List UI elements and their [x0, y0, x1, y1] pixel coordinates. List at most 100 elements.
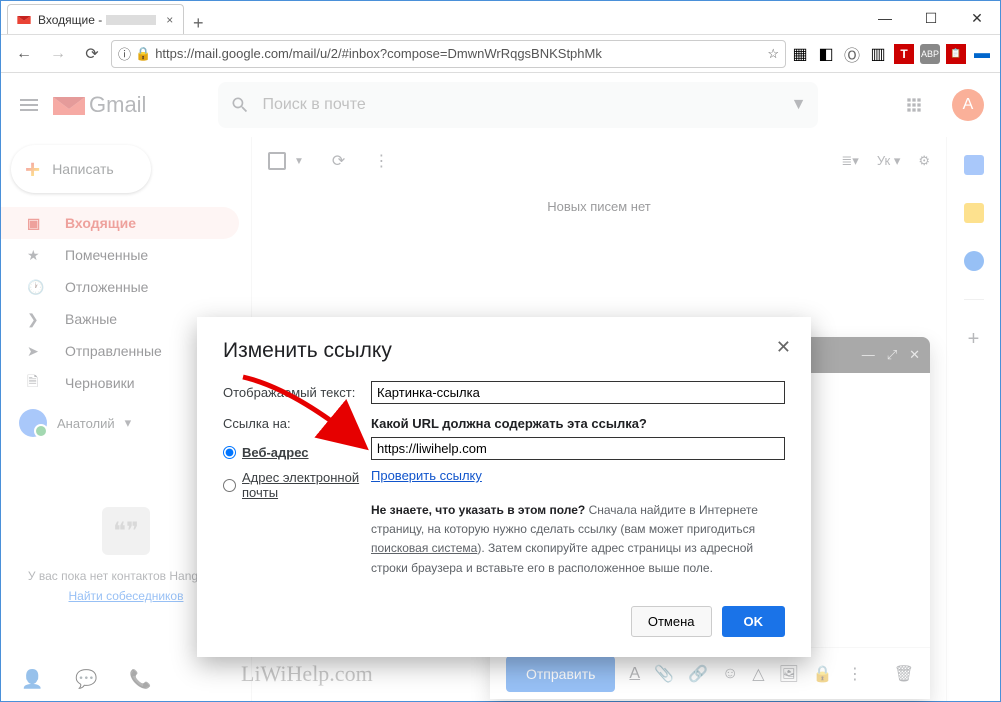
compose-button[interactable]: + Написать	[11, 145, 151, 193]
blurred-text	[106, 15, 156, 25]
ext-icon-5[interactable]: ▬	[972, 44, 992, 64]
search-dropdown-icon[interactable]: ▼	[791, 96, 807, 114]
select-all-checkbox[interactable]	[268, 152, 286, 170]
attach-icon[interactable]: 📎	[654, 664, 674, 684]
search-box[interactable]: ▼	[218, 82, 818, 128]
nav-inbox[interactable]: ▣Входящие	[1, 207, 239, 239]
browser-tab[interactable]: Входящие - ×	[7, 4, 184, 34]
discard-icon[interactable]: 🗑	[894, 664, 914, 684]
sent-icon: ➤	[27, 343, 47, 360]
side-panel: +	[946, 137, 1000, 701]
url-prompt-label: Какой URL должна содержать эта ссылка?	[371, 416, 785, 431]
url-text: https://mail.google.com/mail/u/2/#inbox?…	[155, 46, 602, 61]
addons-plus-icon[interactable]: +	[964, 328, 984, 348]
radio-email-label[interactable]: Адрес электронной почты	[242, 470, 371, 500]
star-icon[interactable]: ☆	[767, 46, 779, 62]
more-icon[interactable]: ⋮	[373, 151, 389, 171]
window-controls: — ☐ ✕	[862, 2, 1000, 34]
apps-icon[interactable]	[904, 95, 924, 115]
maximize-button[interactable]: ☐	[908, 2, 954, 34]
input-lang[interactable]: Ук ▾	[877, 153, 901, 169]
expand-compose-icon[interactable]: ⤢	[887, 347, 897, 363]
radio-web-label[interactable]: Веб-адрес	[242, 445, 309, 460]
close-compose-icon[interactable]: ✕	[909, 347, 920, 363]
ext-icon-1[interactable]: ▦	[790, 44, 810, 64]
forward-button[interactable]: →	[43, 39, 73, 69]
cancel-button[interactable]: Отмена	[631, 606, 712, 637]
user-avatar[interactable]: A	[952, 89, 984, 121]
dialog-close-icon[interactable]: ✕	[776, 337, 791, 358]
no-messages-text: Новых писем нет	[252, 185, 946, 228]
link-to-label: Ссылка на:	[223, 416, 371, 431]
plus-icon: +	[25, 154, 40, 185]
display-text-label: Отображаемый текст:	[223, 381, 371, 404]
chevron-down-icon: ▾	[125, 415, 132, 431]
checkbox-dropdown-icon[interactable]: ▼	[294, 156, 304, 167]
calendar-icon[interactable]	[964, 155, 984, 175]
close-button[interactable]: ✕	[954, 2, 1000, 34]
star-icon: ★	[27, 247, 47, 264]
settings-icon[interactable]: ⚙	[918, 153, 930, 169]
minimize-button[interactable]: —	[862, 2, 908, 34]
reload-button[interactable]: ⟳	[77, 39, 107, 69]
tab-close-icon[interactable]: ×	[166, 13, 173, 27]
ok-button[interactable]: OK	[722, 606, 786, 637]
hangouts-icon: ❝❞	[102, 507, 150, 555]
back-button[interactable]: ←	[9, 39, 39, 69]
search-engine-link[interactable]: поисковая система	[371, 541, 477, 555]
image-icon[interactable]: 🖼	[779, 664, 799, 684]
test-link[interactable]: Проверить ссылку	[371, 468, 482, 483]
new-tab-button[interactable]: +	[184, 13, 212, 34]
dialog-title: Изменить ссылку	[223, 339, 785, 363]
format-icon[interactable]: A	[629, 665, 640, 683]
ext-icon-abp[interactable]: ABP	[920, 44, 940, 64]
url-input[interactable]: ⓘ 🔒 https://mail.google.com/mail/u/2/#in…	[111, 40, 786, 68]
lock-icon: 🔒	[135, 46, 151, 62]
radio-web-address[interactable]	[223, 446, 236, 459]
display-text-input[interactable]	[371, 381, 785, 404]
search-icon	[230, 95, 250, 115]
ext-icon-3[interactable]: Ⓞ	[842, 44, 862, 64]
tasks-icon[interactable]	[964, 251, 984, 271]
gmail-m-icon	[53, 93, 85, 117]
send-button[interactable]: Отправить	[506, 656, 615, 692]
user-name: Анатолий	[57, 416, 115, 431]
ext-icon-2[interactable]: ◧	[816, 44, 836, 64]
nav-snoozed[interactable]: 🕐Отложенные	[1, 271, 239, 303]
minimize-compose-icon[interactable]: —	[862, 347, 875, 362]
bottom-nav: 👤 💬 📞	[21, 669, 153, 693]
confidential-icon[interactable]: 🔒	[813, 664, 833, 684]
gmail-header: Gmail ▼ A	[1, 73, 1000, 137]
link-icon[interactable]: 🔗	[688, 664, 708, 684]
clock-icon: 🕐	[27, 279, 47, 296]
hangouts-phone-icon[interactable]: 📞	[129, 669, 153, 693]
drive-icon[interactable]: △	[752, 664, 764, 684]
split-pane-icon[interactable]: ≣▾	[841, 153, 858, 169]
ext-icon-badge[interactable]: 📋	[946, 44, 966, 64]
ext-icon-4[interactable]: ▥	[868, 44, 888, 64]
info-icon: ⓘ	[118, 44, 131, 63]
search-input[interactable]	[262, 96, 778, 114]
extensions: ▦ ◧ Ⓞ ▥ T ABP 📋 ▬	[790, 44, 992, 64]
url-input-field[interactable]	[371, 437, 785, 460]
hangouts-chat-icon[interactable]: 💬	[75, 669, 99, 693]
nav-starred[interactable]: ★Помеченные	[1, 239, 239, 271]
hangouts-contacts-icon[interactable]: 👤	[21, 669, 45, 693]
ext-icon-t[interactable]: T	[894, 44, 914, 64]
drafts-icon: 🗎	[27, 371, 47, 395]
address-bar: ← → ⟳ ⓘ 🔒 https://mail.google.com/mail/u…	[1, 35, 1000, 73]
browser-titlebar: Входящие - × + — ☐ ✕	[1, 1, 1000, 35]
gmail-logo[interactable]: Gmail	[53, 92, 146, 118]
user-status-avatar	[19, 409, 47, 437]
gmail-brand-text: Gmail	[89, 92, 146, 118]
menu-icon[interactable]	[17, 93, 41, 117]
tab-title: Входящие -	[38, 13, 102, 27]
more-compose-icon[interactable]: ⋮	[847, 664, 863, 684]
mail-toolbar: ▼ ⟳ ⋮ ≣▾ Ук ▾ ⚙	[252, 137, 946, 185]
edit-link-dialog: ✕ Изменить ссылку Отображаемый текст: Сс…	[197, 317, 811, 657]
watermark: LiWiHelp.com	[241, 661, 373, 687]
refresh-icon[interactable]: ⟳	[332, 151, 345, 171]
keep-icon[interactable]	[964, 203, 984, 223]
emoji-icon[interactable]: ☺	[722, 665, 738, 683]
radio-email-address[interactable]	[223, 479, 236, 492]
